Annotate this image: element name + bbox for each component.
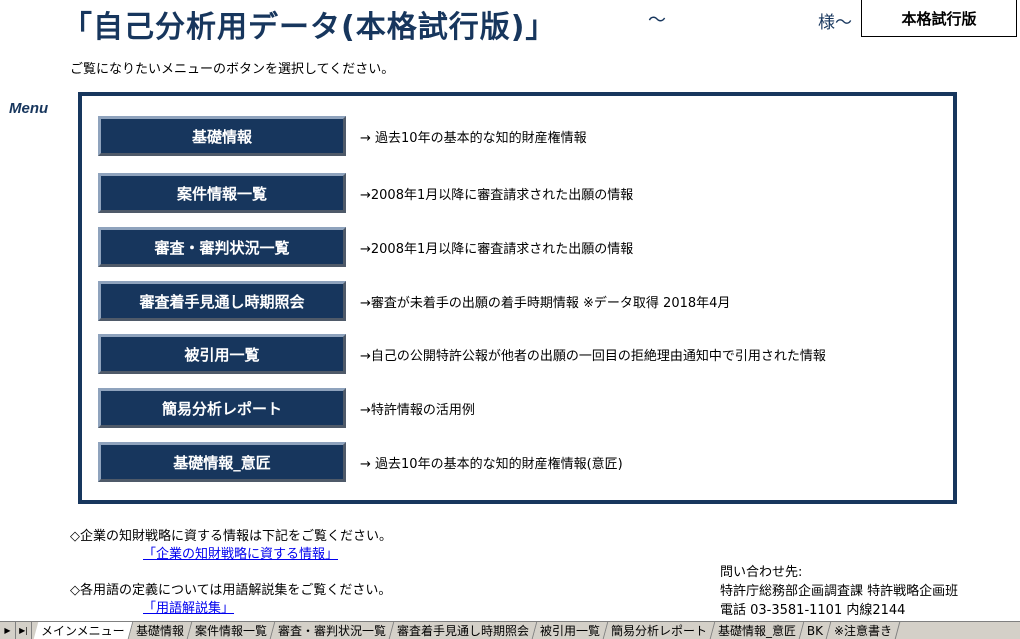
glossary-link[interactable]: 「用語解説集」 [143,597,234,616]
menu-description: →特許情報の活用例 [360,402,475,418]
sheet-tabs: メインメニュー 基礎情報 案件情報一覧 審査・審判状況一覧 審査着手見通し時期照… [32,622,901,639]
tab-case-list[interactable]: 案件情報一覧 [187,622,275,639]
menu-row-report: 簡易分析レポート →特許情報の活用例 [98,388,475,428]
exam-schedule-button[interactable]: 審査着手見通し時期照会 [98,281,346,321]
menu-description: →2008年1月以降に審査請求された出願の情報 [360,187,634,203]
tab-exam-schedule[interactable]: 審査着手見通し時期照会 [389,622,537,639]
tab-navigation: ▶ ▶| [0,622,32,639]
tab-label: 案件情報一覧 [194,624,267,638]
tab-exam-status[interactable]: 審査・審判状況一覧 [270,622,394,639]
menu-description: →審査が未着手の出願の着手時期情報 ※データ取得 2018年4月 [360,295,731,311]
page-title: 「自己分析用データ(本格試行版)」 [62,10,557,45]
tab-label: 審査着手見通し時期照会 [396,624,529,638]
tab-notes[interactable]: ※注意書き [826,622,901,639]
strategy-link[interactable]: 「企業の知財戦略に資する情報」 [143,543,338,562]
menu-description: →自己の公開特許公報が他者の出願の一回目の拒絶理由通知中で引用された情報 [360,348,826,364]
strategy-note: ◇企業の知財戦略に資する情報は下記をご覧ください。 [70,529,392,544]
tab-label: 被引用一覧 [539,624,600,638]
tab-basic-info[interactable]: 基礎情報 [128,622,192,639]
tab-basic-info-design[interactable]: 基礎情報_意匠 [710,622,805,639]
tab-label: 簡易分析レポート [610,624,707,638]
basic-info-button[interactable]: 基礎情報 [98,116,346,156]
menu-description: →2008年1月以降に審査請求された出願の情報 [360,241,634,257]
menu-row-case-list: 案件情報一覧 →2008年1月以降に審査請求された出願の情報 [98,173,633,213]
menu-row-basic: 基礎情報 → 過去10年の基本的な知的財産権情報 [98,116,587,156]
tab-label: ※注意書き [833,624,892,638]
contact-heading: 問い合わせ先: [720,565,803,580]
basic-info-design-button[interactable]: 基礎情報_意匠 [98,442,346,482]
next-sheet-icon[interactable]: ▶ [0,622,16,639]
menu-row-design: 基礎情報_意匠 → 過去10年の基本的な知的財産権情報(意匠) [98,442,623,482]
sheet-tab-bar: ▶ ▶| メインメニュー 基礎情報 案件情報一覧 審査・審判状況一覧 審査着手見… [0,621,1020,639]
menu-label: Menu [9,100,49,117]
menu-description: → 過去10年の基本的な知的財産権情報 [360,130,587,146]
tab-label: BK [806,623,823,638]
version-badge: 本格試行版 [861,0,1017,37]
citation-list-button[interactable]: 被引用一覧 [98,334,346,374]
menu-description: → 過去10年の基本的な知的財産権情報(意匠) [360,456,623,472]
contact-phone: 電話 03-3581-1101 内線2144 [720,603,906,618]
header-tilde: ～ [648,10,666,31]
menu-row-citation: 被引用一覧 →自己の公開特許公報が他者の出願の一回目の拒絶理由通知中で引用された… [98,334,826,374]
instruction-text: ご覧になりたいメニューのボタンを選択してください。 [70,62,395,77]
glossary-note: ◇各用語の定義については用語解説集をご覧ください。 [70,583,392,598]
case-list-button[interactable]: 案件情報一覧 [98,173,346,213]
tab-label: メインメニュー [41,624,125,638]
tab-main-menu[interactable]: メインメニュー [33,622,133,639]
tab-citation-list[interactable]: 被引用一覧 [532,622,609,639]
tab-label: 基礎情報_意匠 [717,624,796,638]
header-sama: 様～ [818,13,852,33]
menu-row-exam-schedule: 審査着手見通し時期照会 →審査が未着手の出願の着手時期情報 ※データ取得 201… [98,281,730,321]
tab-label: 基礎情報 [135,624,184,638]
exam-status-button[interactable]: 審査・審判状況一覧 [98,227,346,267]
last-sheet-icon[interactable]: ▶| [16,622,32,639]
analysis-report-button[interactable]: 簡易分析レポート [98,388,346,428]
tab-analysis-report[interactable]: 簡易分析レポート [603,622,716,639]
menu-row-exam-status: 審査・審判状況一覧 →2008年1月以降に審査請求された出願の情報 [98,227,633,267]
menu-panel: 基礎情報 → 過去10年の基本的な知的財産権情報 案件情報一覧 →2008年1月… [78,92,957,504]
contact-department: 特許庁総務部企画調査課 特許戦略企画班 [720,584,959,599]
tab-label: 審査・審判状況一覧 [277,624,386,638]
